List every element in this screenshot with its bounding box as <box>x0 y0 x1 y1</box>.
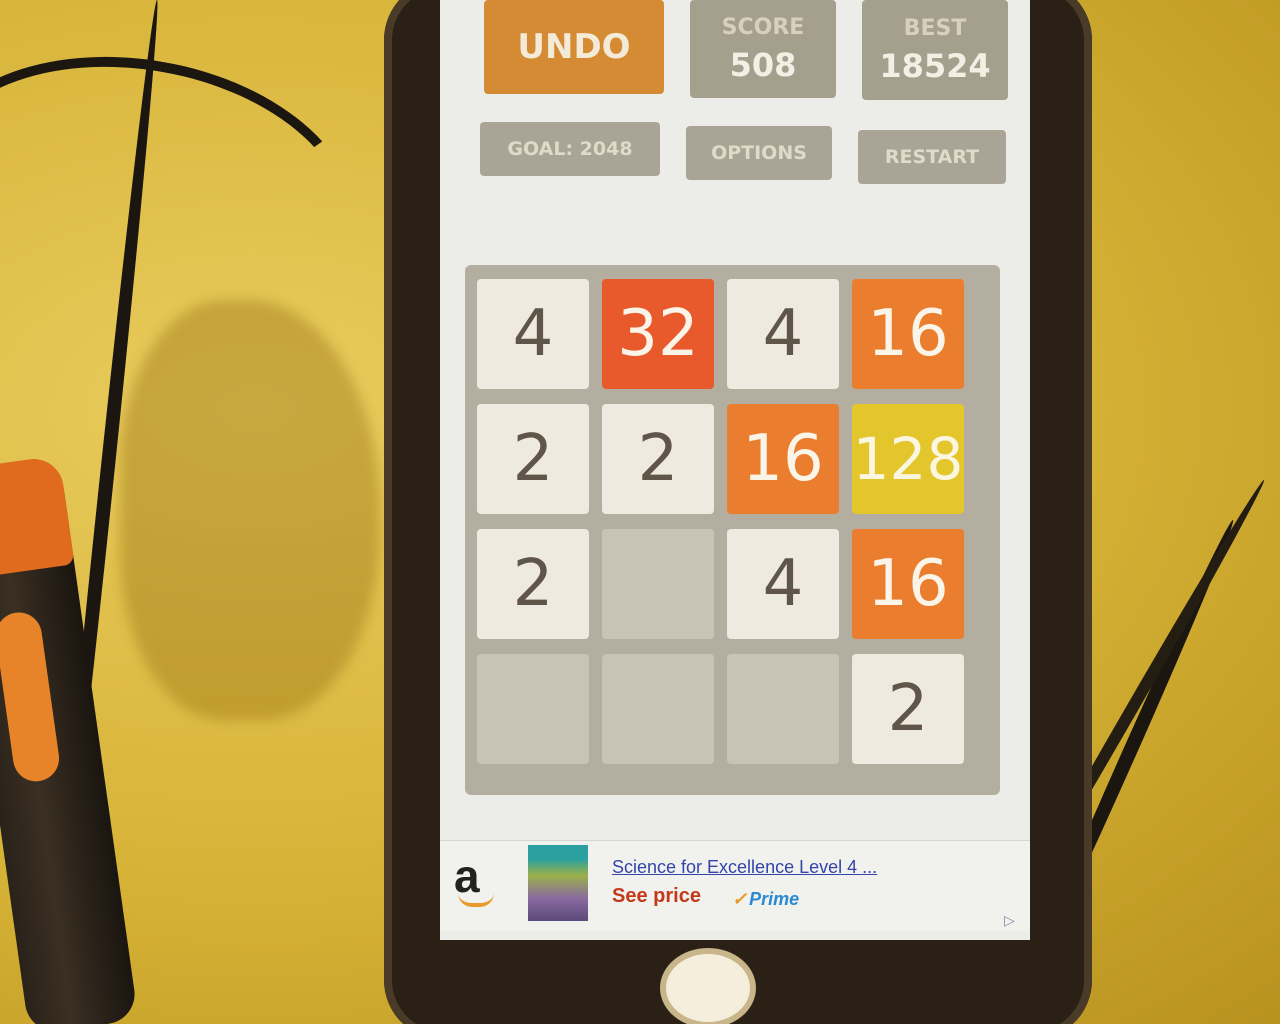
empty-cell <box>477 654 589 764</box>
cable <box>0 23 381 377</box>
tile-128: 128 <box>852 404 964 514</box>
tile-2: 2 <box>477 404 589 514</box>
screwdriver-cap <box>0 455 75 580</box>
tile-32: 32 <box>602 279 714 389</box>
empty-cell <box>727 654 839 764</box>
photo-scene: UNDO SCORE 508 BEST 18524 GOAL: 2048 OPT… <box>0 0 1280 1024</box>
empty-cell <box>602 529 714 639</box>
tile-16: 16 <box>852 529 964 639</box>
best-label: BEST <box>903 15 967 41</box>
screwdriver <box>0 455 139 1024</box>
check-icon: ✓ <box>732 889 748 909</box>
game-screen: UNDO SCORE 508 BEST 18524 GOAL: 2048 OPT… <box>440 0 1030 940</box>
home-button[interactable] <box>660 948 756 1024</box>
best-value: 18524 <box>879 46 991 85</box>
tile-4: 4 <box>727 279 839 389</box>
ad-see-price[interactable]: See price <box>612 885 701 908</box>
tile-16: 16 <box>727 404 839 514</box>
undo-button[interactable]: UNDO <box>484 0 664 94</box>
ad-book-thumbnail[interactable] <box>528 845 588 921</box>
options-button[interactable]: OPTIONS <box>686 126 832 180</box>
ad-title-link[interactable]: Science for Excellence Level 4 ... <box>612 857 877 878</box>
tile-4: 4 <box>727 529 839 639</box>
goal-label: GOAL: 2048 <box>507 138 633 160</box>
ad-prime-badge: ✓ Prime <box>732 889 799 910</box>
tile-16: 16 <box>852 279 964 389</box>
tile-4: 4 <box>477 279 589 389</box>
undo-label: UNDO <box>517 27 631 67</box>
screwdriver-grip <box>0 609 63 785</box>
score-label: SCORE <box>721 14 805 40</box>
tile-2: 2 <box>852 654 964 764</box>
restart-label: RESTART <box>884 146 980 168</box>
ad-choices-icon[interactable]: ▷ <box>1004 913 1022 931</box>
options-label: OPTIONS <box>711 142 807 164</box>
empty-cell <box>602 654 714 764</box>
prime-label: Prime <box>749 889 800 909</box>
game-board[interactable]: 4 32 4 16 2 2 16 128 2 4 16 2 <box>465 265 1000 795</box>
best-box: BEST 18524 <box>862 0 1008 100</box>
tile-2: 2 <box>602 404 714 514</box>
score-value: 508 <box>729 45 797 84</box>
score-box: SCORE 508 <box>690 0 836 98</box>
restart-button[interactable]: RESTART <box>858 130 1006 184</box>
hand-shadow <box>120 300 380 720</box>
ad-banner[interactable]: a Science for Excellence Level 4 ... See… <box>440 840 1030 931</box>
goal-button[interactable]: GOAL: 2048 <box>480 122 660 176</box>
tile-2: 2 <box>477 529 589 639</box>
